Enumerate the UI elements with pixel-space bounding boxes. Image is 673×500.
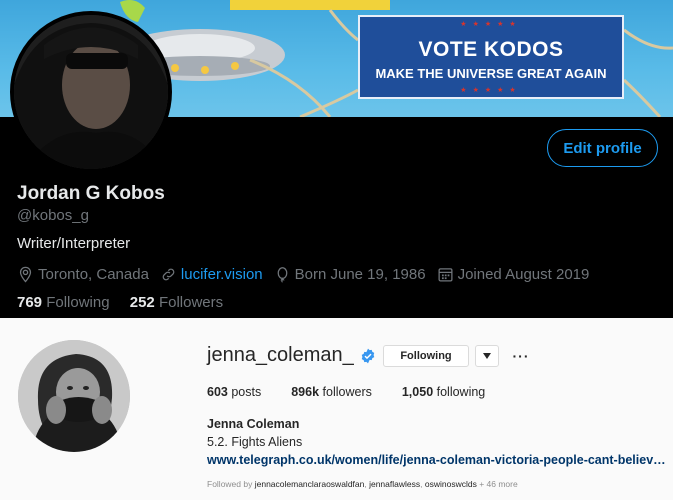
followers-link[interactable]: 252 Followers (130, 294, 223, 311)
joined-item: Joined August 2019 (437, 265, 590, 283)
followed-by-more[interactable]: + 46 more (479, 479, 518, 489)
following-link[interactable]: 769 Following (17, 294, 110, 311)
sign-slogan: MAKE THE UNIVERSE GREAT AGAIN (375, 66, 607, 81)
ig-full-name: Jenna Coleman (207, 417, 300, 431)
joined-text: Joined August 2019 (457, 265, 590, 283)
edit-profile-button[interactable]: Edit profile (547, 129, 658, 167)
ig-bio: 5.2. Fights Aliens (207, 435, 303, 449)
following-count: 769 (17, 294, 43, 311)
posts-stat: 603 posts (207, 385, 261, 399)
caret-down-icon (483, 353, 491, 359)
user-handle: @kobos_g (17, 207, 89, 224)
ig-avatar-photo (18, 340, 130, 452)
following-button[interactable]: Following (383, 345, 469, 367)
followed-by-line: Followed by jennacolemanclaraoswaldfan, … (207, 479, 518, 489)
location-pin-icon (19, 266, 32, 283)
birthday-text: Born June 19, 1986 (294, 265, 426, 283)
sign-stars-bottom: ★★★★★ (460, 86, 522, 94)
sign-headline: VOTE KODOS (418, 38, 564, 61)
birthday-item: Born June 19, 1986 (274, 266, 426, 283)
location-text: Toronto, Canada (38, 265, 149, 283)
website-link[interactable]: lucifer.vision (181, 266, 263, 283)
ig-stats: 603 posts 896k followers 1,050 following (207, 385, 515, 399)
vote-kodos-sign: ★★★★★ VOTE KODOS MAKE THE UNIVERSE GREAT… (358, 15, 624, 99)
posts-count: 603 (207, 385, 228, 399)
profile-bio: Writer/Interpreter (17, 235, 131, 252)
ig-followers-stat[interactable]: 896k followers (291, 385, 372, 399)
calendar-icon (438, 267, 453, 282)
more-options-button[interactable]: ··· (510, 346, 532, 366)
sign-stars-top: ★★★★★ (460, 20, 522, 28)
instagram-profile: jenna_coleman_ Following ··· 603 posts 8… (0, 318, 673, 500)
ig-profile-avatar[interactable] (18, 340, 130, 452)
ig-following-stat[interactable]: 1,050 following (402, 385, 485, 399)
followed-by-user[interactable]: oswinoswclds (425, 479, 477, 489)
follow-stats: 769 Following 252 Followers (17, 294, 239, 311)
ig-username: jenna_coleman_ (207, 344, 354, 366)
ig-followers-label: followers (322, 385, 372, 399)
profile-avatar[interactable] (10, 11, 172, 173)
posts-label: posts (231, 385, 262, 399)
location-item: Toronto, Canada (17, 266, 149, 283)
twitter-profile: ★★★★★ VOTE KODOS MAKE THE UNIVERSE GREAT… (0, 0, 673, 318)
link-icon (162, 268, 175, 280)
followers-label: Followers (158, 294, 224, 311)
suggestions-dropdown-button[interactable] (475, 345, 499, 367)
verified-badge-icon (361, 348, 375, 363)
website-item[interactable]: lucifer.vision (160, 266, 263, 283)
ig-following-label: following (436, 385, 486, 399)
ig-followers-count: 896k (291, 385, 320, 399)
followed-by-user[interactable]: jennacolemanclaraoswaldfan (255, 479, 365, 489)
ig-username-row: jenna_coleman_ (207, 344, 376, 367)
following-label: Following (46, 294, 110, 311)
followers-count: 252 (129, 294, 155, 311)
ig-following-count: 1,050 (401, 385, 434, 399)
display-name: Jordan G Kobos (17, 183, 165, 204)
balloon-icon (277, 266, 288, 283)
followed-by-user[interactable]: jennaflawless (369, 479, 420, 489)
profile-meta: Toronto, Canada lucifer.vision Born June… (17, 264, 600, 284)
ig-external-link[interactable]: www.telegraph.co.uk/women/life/jenna-col… (207, 453, 667, 467)
followed-by-prefix: Followed by (207, 479, 253, 489)
avatar-photo (14, 15, 168, 169)
